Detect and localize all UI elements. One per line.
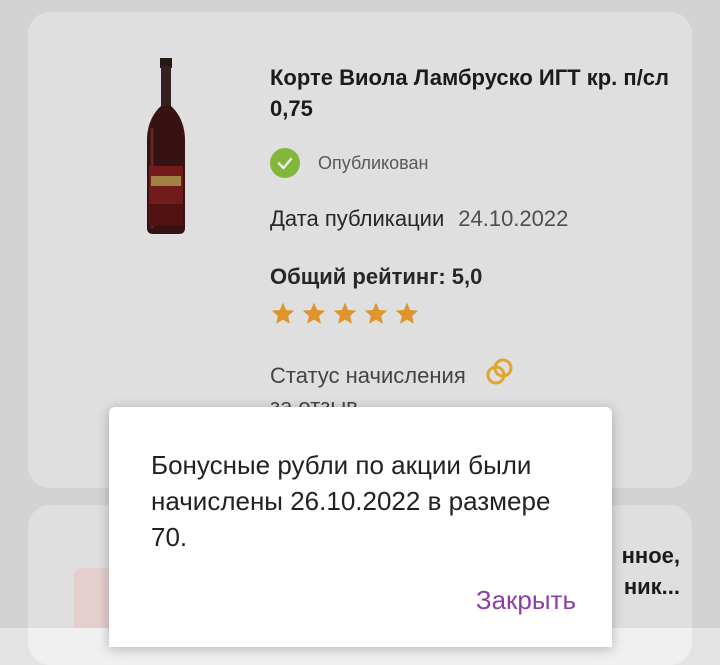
review-list-screen: Корте Виола Ламбруско ИГТ кр. п/сл 0,75 … bbox=[0, 0, 720, 665]
dialog-message: Бонусные рубли по акции были начислены 2… bbox=[151, 450, 551, 552]
close-button[interactable]: Закрыть bbox=[476, 585, 576, 616]
bonus-dialog: Бонусные рубли по акции были начислены 2… bbox=[109, 407, 612, 647]
